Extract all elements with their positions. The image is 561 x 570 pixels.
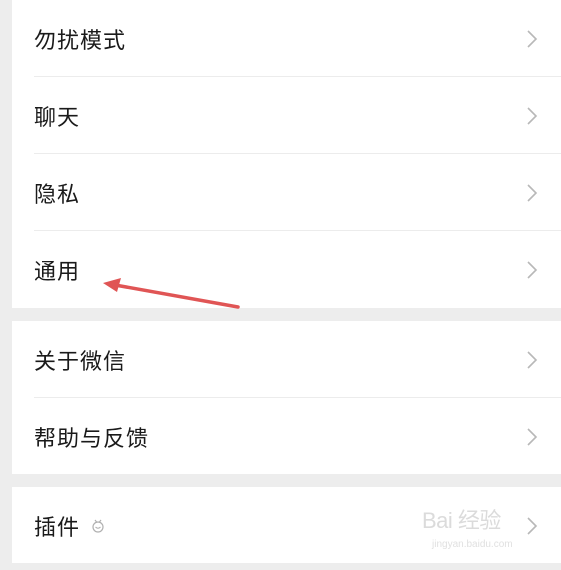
row-label: 插件 bbox=[34, 515, 81, 541]
settings-group-about: 关于微信 帮助与反馈 bbox=[12, 321, 561, 474]
row-label: 关于微信 bbox=[34, 349, 127, 375]
row-label: 勿扰模式 bbox=[34, 28, 127, 54]
settings-row-do-not-disturb[interactable]: 勿扰模式 bbox=[12, 0, 561, 77]
settings-page: 勿扰模式 聊天 隐私 通用 关于微信 帮助与反馈 插件 Bai 经验 jingy… bbox=[0, 0, 561, 570]
settings-row-plugins[interactable]: 插件 bbox=[12, 487, 561, 564]
chevron-right-icon bbox=[527, 427, 538, 446]
settings-row-privacy[interactable]: 隐私 bbox=[12, 154, 561, 231]
settings-row-general[interactable]: 通用 bbox=[12, 231, 561, 308]
chevron-right-icon bbox=[527, 260, 538, 279]
settings-row-help-feedback[interactable]: 帮助与反馈 bbox=[12, 398, 561, 475]
chevron-right-icon bbox=[527, 516, 538, 535]
chevron-right-icon bbox=[527, 183, 538, 202]
row-label: 隐私 bbox=[34, 182, 81, 208]
row-label: 通用 bbox=[34, 259, 81, 285]
chevron-right-icon bbox=[527, 29, 538, 48]
row-label-container: 插件 bbox=[34, 510, 106, 542]
settings-group-plugins: 插件 bbox=[12, 487, 561, 563]
plugin-icon bbox=[92, 519, 104, 533]
settings-row-about-wechat[interactable]: 关于微信 bbox=[12, 321, 561, 398]
row-label: 帮助与反馈 bbox=[34, 426, 150, 452]
chevron-right-icon bbox=[527, 350, 538, 369]
chevron-right-icon bbox=[527, 106, 538, 125]
row-label: 聊天 bbox=[34, 105, 81, 131]
settings-row-chat[interactable]: 聊天 bbox=[12, 77, 561, 154]
settings-group-main: 勿扰模式 聊天 隐私 通用 bbox=[12, 0, 561, 308]
